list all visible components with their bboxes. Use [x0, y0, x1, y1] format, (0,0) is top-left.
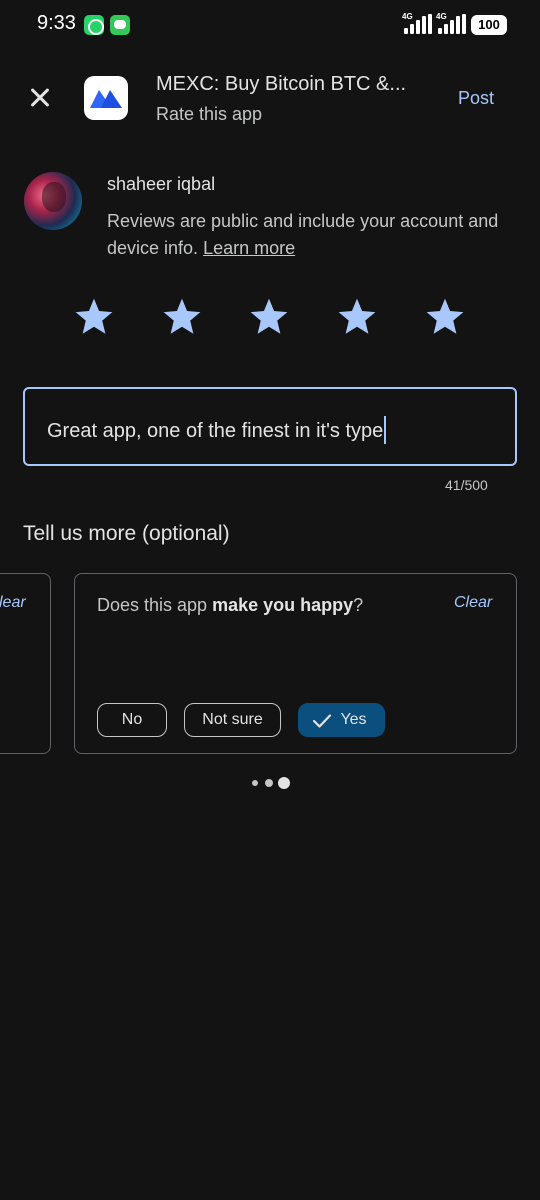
- user-name: shaheer iqbal: [107, 174, 216, 194]
- disclaimer-text: Reviews are public and include your acco…: [107, 211, 499, 258]
- star-icon[interactable]: [248, 296, 290, 338]
- answer-chip-not-sure[interactable]: Not sure: [184, 703, 281, 737]
- signal-icon: 4G: [436, 12, 468, 34]
- app-logo: [84, 76, 128, 120]
- star-rating: [0, 296, 540, 346]
- post-button[interactable]: Post: [458, 88, 494, 109]
- mexc-logo-icon: [90, 90, 122, 108]
- answer-chip-no[interactable]: No: [97, 703, 167, 737]
- app-header: MEXC: Buy Bitcoin BTC &... Rate this app…: [0, 60, 540, 140]
- signal-icon: 4G: [402, 12, 434, 34]
- text-cursor: [384, 416, 387, 444]
- clear-button[interactable]: lear: [0, 594, 26, 612]
- avatar: [24, 172, 82, 230]
- star-icon[interactable]: [161, 296, 203, 338]
- star-icon[interactable]: [73, 296, 115, 338]
- question-text: Does this app make you happy?: [97, 595, 364, 615]
- review-input[interactable]: Great app, one of the finest in it's typ…: [23, 387, 517, 466]
- close-icon[interactable]: [24, 82, 56, 114]
- previous-question-card[interactable]: lear: [0, 573, 51, 754]
- battery-icon: 100: [471, 15, 507, 35]
- check-icon: [312, 714, 332, 728]
- question-card: Does this app make you happy? Clear No N…: [74, 573, 517, 754]
- answer-chip-yes-label: Yes: [340, 711, 367, 728]
- whatsapp-icon: [84, 15, 104, 35]
- answer-chip-yes[interactable]: Yes: [298, 703, 385, 737]
- status-time: 9:33: [37, 12, 76, 34]
- pagination-dots: [252, 776, 292, 790]
- page-dot: [252, 780, 258, 786]
- learn-more-link[interactable]: Learn more: [203, 238, 295, 258]
- character-counter: 41/500: [445, 477, 488, 493]
- app-title: MEXC: Buy Bitcoin BTC &...: [156, 73, 407, 95]
- star-icon[interactable]: [336, 296, 378, 338]
- tell-us-more-heading: Tell us more (optional): [23, 522, 230, 545]
- messages-icon: [110, 15, 130, 35]
- review-text: Great app, one of the finest in it's typ…: [47, 416, 387, 444]
- page-dot-active: [278, 777, 290, 789]
- rate-app-subtitle: Rate this app: [156, 104, 263, 124]
- review-disclaimer: Reviews are public and include your acco…: [107, 208, 517, 262]
- page-dot: [265, 779, 273, 787]
- status-bar: 9:33 4G 4G 100: [0, 0, 540, 52]
- clear-button[interactable]: Clear: [454, 594, 492, 612]
- star-icon[interactable]: [424, 296, 466, 338]
